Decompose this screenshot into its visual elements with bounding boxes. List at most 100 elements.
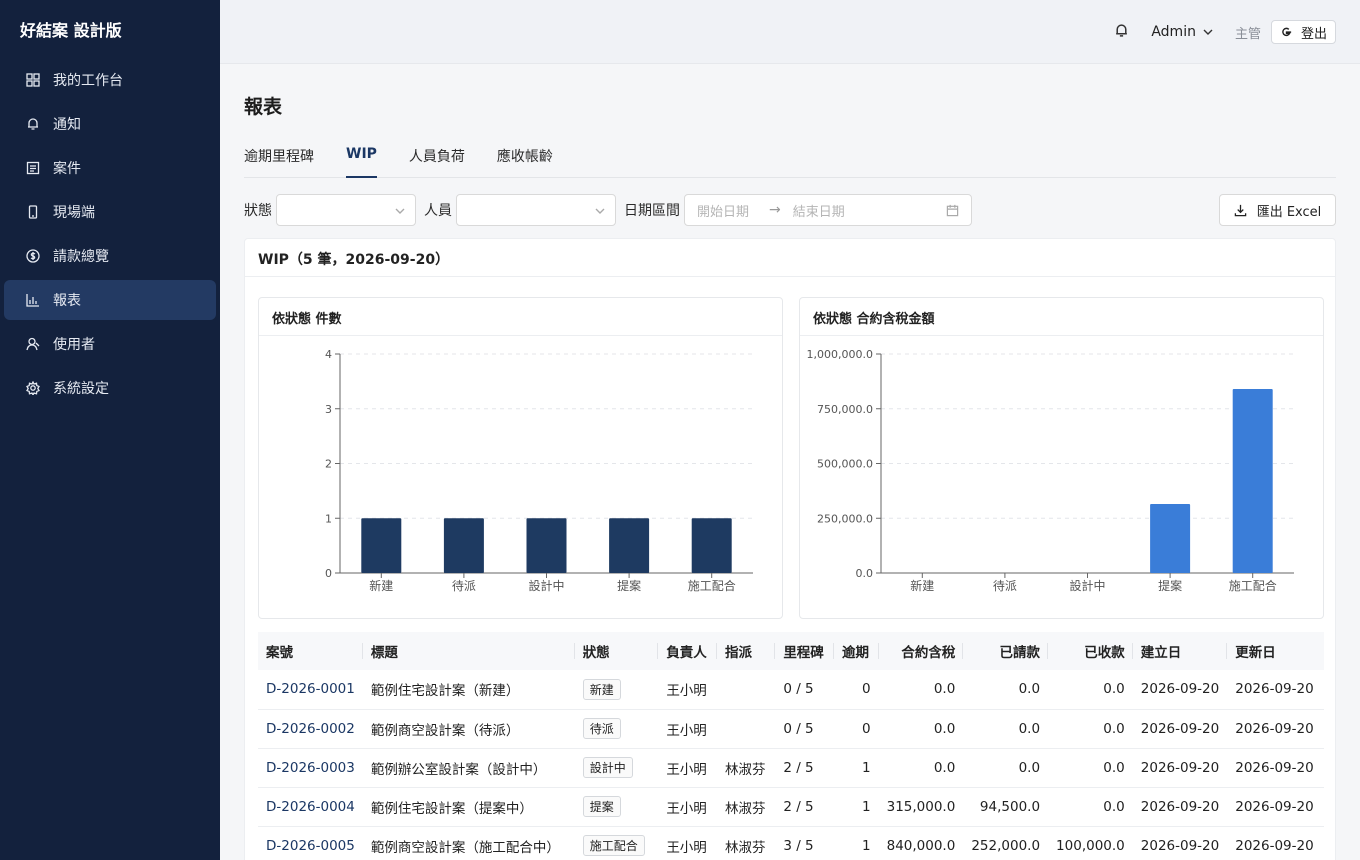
bar [443,518,484,573]
status-select[interactable] [276,194,416,226]
table-cell: 0.0 [878,709,964,749]
bar [1232,389,1273,573]
table-cell: 0 [834,670,879,710]
x-tick-label: 提案 [1158,578,1182,593]
table-cell: 王小明 [658,826,718,860]
x-tick-label: 設計中 [528,578,564,593]
col-header[interactable]: 狀態 [574,632,659,670]
person-select[interactable] [456,194,616,226]
x-tick-label: 施工配合 [1229,578,1277,593]
tab-staff-load[interactable]: 人員負荷 [409,144,465,178]
start-date-input[interactable]: 開始日期 [697,201,749,220]
y-tick-label: 0.0 [856,567,874,580]
amount-bar-chart: 0.0 250,000.0 500,000.0 750,000.0 1,000,000.… [807,348,1294,593]
col-header[interactable]: 負責人 [658,632,718,670]
y-tick-label: 3 [325,403,332,416]
bar-chart-icon [26,293,40,307]
grid-icon [26,73,40,87]
logout-button[interactable]: 登出 [1270,20,1336,44]
chevron-down-icon [395,208,405,214]
filter-bar: 狀態 人員 日期區間 開始日期 → 結束日期 匯出 Excel [244,194,1336,226]
table-cell: 2 / 5 [775,748,835,788]
status-filter-label: 狀態 [244,203,272,219]
sidebar-item-field[interactable]: 現場端 [4,192,216,232]
col-header[interactable]: 指派 [717,632,776,670]
sidebar-item-reports[interactable]: 報表 [4,280,216,320]
table-cell: 0 [834,709,879,749]
case-id-link[interactable]: D-2026-0005 [258,826,363,860]
col-header[interactable]: 標題 [362,632,575,670]
col-header[interactable]: 已收款 [1048,632,1133,670]
table-cell: 0.0 [878,748,964,788]
table-cell: 待派 [574,709,659,749]
user-menu[interactable]: Admin [1151,24,1213,40]
download-icon [1234,204,1246,216]
tab-overdue-milestones[interactable]: 逾期里程碑 [244,144,314,178]
sidebar-item-label: 現場端 [53,205,95,221]
col-header[interactable]: 逾期 [834,632,879,670]
table-cell: 0 / 5 [775,709,835,749]
sidebar-item-billing[interactable]: 請款總覽 [4,236,216,276]
col-header[interactable]: 案號 [258,632,363,670]
person-filter-label: 人員 [424,203,452,219]
status-tag: 提案 [582,796,621,817]
col-header[interactable]: 建立日 [1132,632,1228,670]
col-header[interactable]: 里程碑 [775,632,835,670]
table-cell: 2026-09-20 [1132,709,1228,749]
date-range-picker[interactable]: 開始日期 → 結束日期 [684,194,972,226]
tab-receivables-aging[interactable]: 應收帳齡 [497,144,553,178]
wip-card: WIP（5 筆，2026-09-20） 依狀態 件數 0 1 2 3 4 新建 待派 設計中提… [244,238,1336,860]
sidebar-nav: 我的工作台 通知 案件 現場端 請款總覽 報表 使用者 系統設定 [0,56,220,408]
table-cell: 設計中 [574,748,659,788]
table-cell: 範例住宅設計案（提案中） [362,787,575,827]
sidebar-item-label: 報表 [53,293,81,309]
sidebar-item-workbench[interactable]: 我的工作台 [4,60,216,100]
tab-wip[interactable]: WIP [346,144,377,178]
table-row[interactable]: D-2026-0002 範例商空設計案（待派） 待派 王小明 0 / 5 0 0.0 0.0 0… [258,709,1324,749]
table-cell: 252,000.0 [963,826,1049,860]
sidebar-item-label: 請款總覽 [53,249,109,265]
table-row[interactable]: D-2026-0003 範例辦公室設計案（設計中） 設計中 王小明 林淑芬 2 / 510… [258,748,1324,788]
sidebar-item-notifications[interactable]: 通知 [4,104,216,144]
table-cell: 王小明 [658,748,718,788]
dollar-icon [26,249,40,263]
status-tag: 新建 [582,678,621,700]
sidebar-item-cases[interactable]: 案件 [4,148,216,188]
col-header[interactable]: 更新日 [1227,632,1324,670]
col-header[interactable]: 已請款 [963,632,1049,670]
sidebar-item-settings[interactable]: 系統設定 [4,368,216,408]
chevron-down-icon [595,208,605,214]
y-tick-label: 1 [325,512,332,525]
table-row[interactable]: D-2026-0004 範例住宅設計案（提案中） 提案 王小明 林淑芬 2 / 5 1 315… [258,787,1324,827]
sidebar-item-users[interactable]: 使用者 [4,324,216,364]
end-date-input[interactable]: 結束日期 [793,201,845,220]
export-excel-button[interactable]: 匯出 Excel [1219,194,1336,226]
case-id-link[interactable]: D-2026-0001 [258,670,363,710]
table-cell: 2026-09-20 [1227,787,1324,827]
table-cell: 315,000.0 [878,787,964,827]
table-cell: 2026-09-20 [1227,826,1324,860]
table-cell: 2026-09-20 [1132,748,1228,788]
table-cell: 範例商空設計案（待派） [362,709,575,749]
col-header[interactable]: 合約含稅 [878,632,964,670]
google-icon [1282,27,1292,36]
y-tick-label: 500,000.0 [817,458,873,471]
table-cell: 0.0 [1048,709,1133,749]
notification-bell-icon[interactable] [1114,23,1129,42]
y-tick-label: 1,000,000.0 [807,348,873,361]
case-id-link[interactable]: D-2026-0002 [258,709,363,749]
table-cell: 0 / 5 [775,670,835,710]
table-row[interactable]: D-2026-0001 範例住宅設計案（新建） 新建 王小明 0 / 5 0 0.0 0.0 0… [258,670,1324,710]
sidebar-item-label: 使用者 [53,337,95,353]
case-id-link[interactable]: D-2026-0003 [258,748,363,788]
bar [609,518,650,573]
table-row[interactable]: D-2026-0005 範例商空設計案（施工配合中） 施工配合 王小明 林淑芬 3 / 5… [258,826,1324,860]
y-tick-label: 250,000.0 [817,512,873,525]
table-cell: 94,500.0 [963,787,1049,827]
table-cell: 2026-09-20 [1132,826,1228,860]
table-cell: 林淑芬 [717,748,776,788]
case-id-link[interactable]: D-2026-0004 [258,787,363,827]
gear-icon [26,381,40,395]
table-cell: 林淑芬 [717,787,776,827]
chart-count-by-status: 依狀態 件數 0 1 2 3 4 新建 待派 設計中 提案 施工配合 [258,297,783,619]
